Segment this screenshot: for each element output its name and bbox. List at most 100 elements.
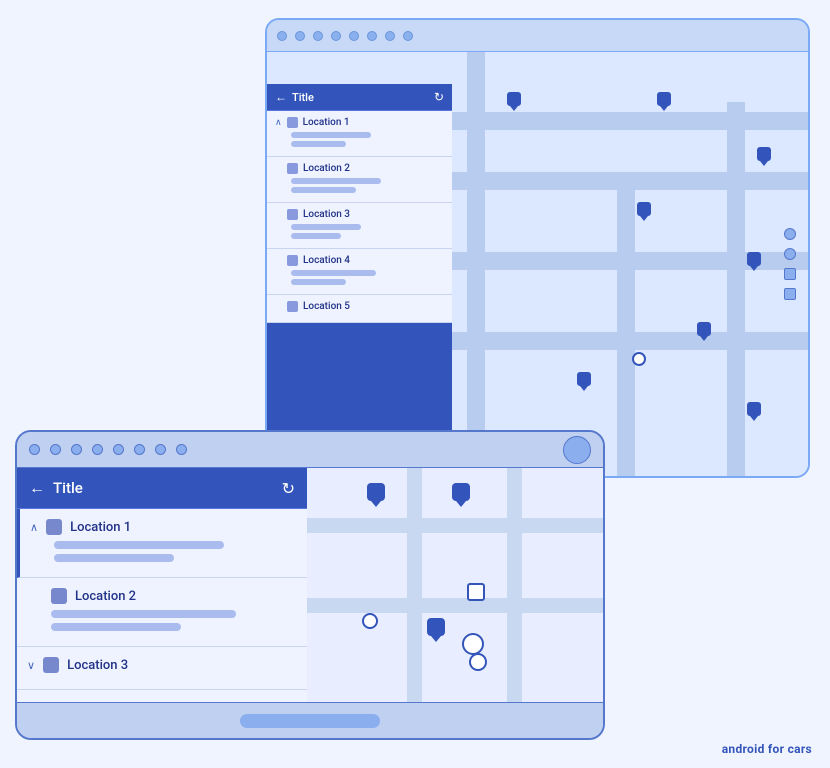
chrome-home-button[interactable] [563,436,591,464]
location-icon [287,301,298,312]
back-panel-header-left: ← Title [275,90,314,104]
road [307,598,603,613]
front-refresh-icon[interactable]: ↻ [282,479,295,498]
back-scroll-indicators [784,228,796,300]
location-icon [51,588,67,604]
location-bar [291,187,356,193]
chrome-dot [71,444,82,455]
location-header: Location 2 [27,588,295,604]
map-square [467,583,485,601]
map-circle [469,653,487,671]
list-item[interactable]: ∨ Location 3 [17,647,307,690]
location-header: Location 2 [275,163,444,174]
list-item[interactable]: Location 2 [17,578,307,647]
location-name: Location 3 [67,658,128,673]
location-bar [51,610,236,618]
front-sidebar: ← Title ↻ ∧ Location 1 [17,468,307,702]
location-header: Location 5 [275,301,444,312]
front-back-arrow-icon[interactable]: ← [29,478,45,498]
location-bar [54,554,174,562]
location-icon [287,163,298,174]
bottom-pill [240,714,380,728]
location-icon [43,657,59,673]
map-pin [747,252,761,271]
chrome-dot [29,444,40,455]
map-circle [462,633,484,655]
front-panel-title: Title [53,479,83,497]
road [507,468,522,702]
location-name: Location 1 [70,520,131,535]
location-header: ∨ Location 3 [27,657,295,673]
road [727,102,745,478]
chrome-dot-3 [313,31,323,41]
front-content: ← Title ↻ ∧ Location 1 [17,468,603,702]
front-sidebar-header-left: ← Title [29,478,83,498]
chevron-up-icon: ∧ [275,118,282,128]
location-bar [51,623,181,631]
map-circle [362,613,378,629]
location-name: Location 2 [303,163,350,174]
front-window: ← Title ↻ ∧ Location 1 [15,430,605,740]
front-sidebar-header: ← Title ↻ [17,468,307,509]
chrome-dot [134,444,145,455]
location-name: Location 2 [75,589,136,604]
location-name: Location 1 [303,117,350,128]
map-circle [632,352,646,366]
back-refresh-icon[interactable]: ↻ [434,90,444,104]
front-bottom-bar [17,702,603,738]
road [447,112,810,130]
scroll-square [784,288,796,300]
location-name: Location 5 [303,301,350,312]
location-header: Location 3 [275,209,444,220]
chrome-dot-8 [403,31,413,41]
map-pin [657,92,671,111]
chrome-dot-7 [385,31,395,41]
chevron-down-icon: ∨ [27,659,35,672]
location-bar [291,224,361,230]
location-header: ∧ Location 1 [275,117,444,128]
road [617,172,635,478]
location-name: Location 3 [303,209,350,220]
list-item[interactable]: Location 4 [267,249,452,295]
location-bar [291,279,346,285]
chrome-dot-1 [277,31,287,41]
map-pin [747,402,761,421]
map-pin [427,618,445,638]
brand-prefix: android [722,742,765,756]
front-map [307,468,603,702]
location-bar [291,141,346,147]
front-sidebar-list: ∧ Location 1 Location 2 [17,509,307,702]
map-pin [507,92,521,111]
road [407,468,422,702]
list-item[interactable]: Location 5 [267,295,452,323]
list-item[interactable]: ∧ Location 1 [267,111,452,157]
chrome-dot-6 [367,31,377,41]
map-pin [637,202,651,221]
location-bar [291,270,376,276]
back-window-chrome [267,20,808,52]
chevron-up-icon: ∧ [30,521,38,534]
chrome-dot [92,444,103,455]
chrome-dot [50,444,61,455]
list-item[interactable]: ∧ Location 1 [17,509,307,578]
back-panel: ← Title ↻ ∧ Location 1 [267,84,452,476]
location-icon [46,519,62,535]
location-icon [287,209,298,220]
location-icon [287,255,298,266]
back-arrow-icon[interactable]: ← [275,90,287,104]
chrome-dot [176,444,187,455]
location-bar [291,132,371,138]
chrome-dot-2 [295,31,305,41]
back-panel-list: ∧ Location 1 Location 2 [267,111,452,323]
scroll-square [784,268,796,280]
location-bar [54,541,224,549]
list-item[interactable]: Location 2 [267,157,452,203]
front-window-chrome [17,432,603,468]
back-window: ← Title ↻ ∧ Location 1 [265,18,810,478]
chrome-dot [155,444,166,455]
chrome-dot-5 [349,31,359,41]
brand-suffix: for cars [768,742,812,756]
list-item[interactable]: Location 3 [267,203,452,249]
back-panel-title: Title [292,91,314,104]
road [467,52,485,478]
